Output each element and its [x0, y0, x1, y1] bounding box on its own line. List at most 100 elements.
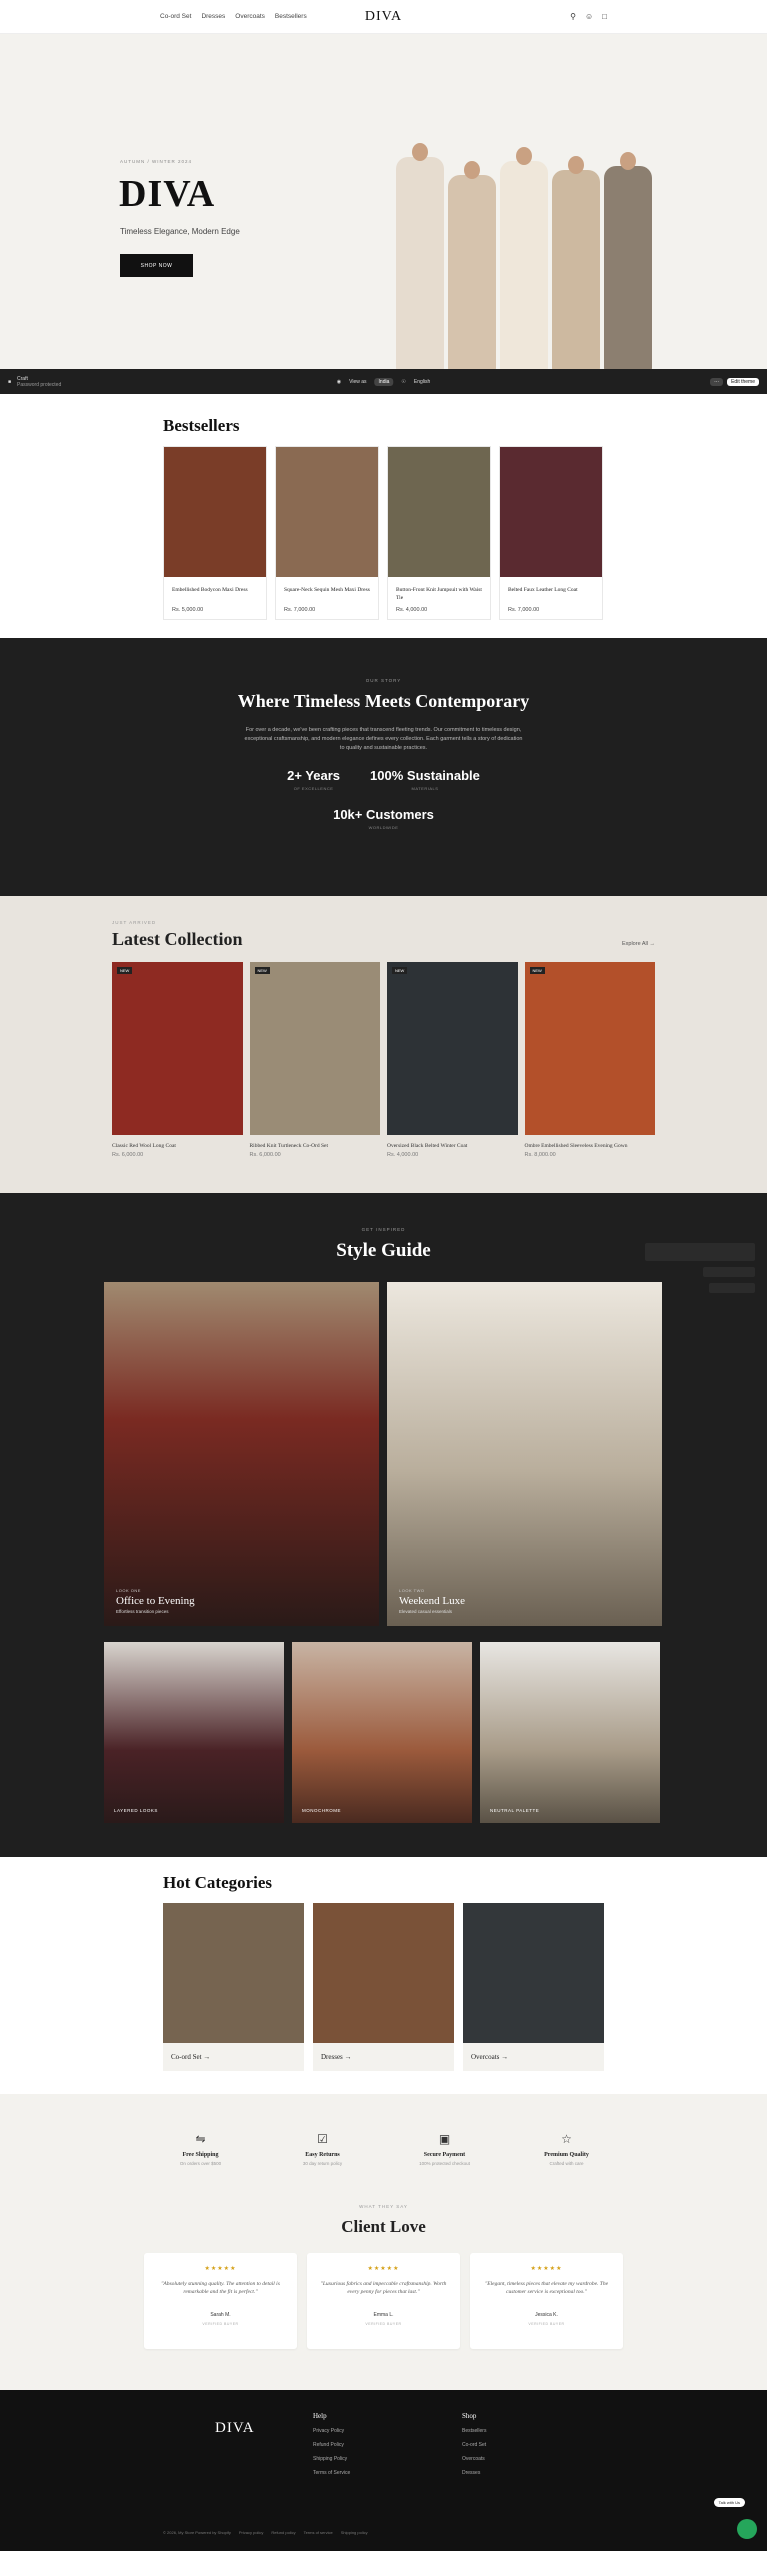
more-button[interactable]: ···	[710, 377, 724, 386]
footer-link[interactable]: Terms of Service	[313, 2470, 350, 2476]
stat-label: MATERIALS	[411, 786, 439, 792]
language-selector[interactable]: English	[414, 379, 430, 385]
policy-link[interactable]: Privacy policy	[239, 2530, 263, 2535]
feature-desc: On orders over $500	[179, 2161, 222, 2166]
site-footer: DIVA Help Privacy Policy Refund Policy S…	[0, 2390, 767, 2551]
site-logo[interactable]: DIVA	[365, 9, 402, 25]
category-card[interactable]: Dresses →	[313, 1903, 454, 2071]
guide-featured-row: LOOK ONE Office to Evening Effortless tr…	[104, 1282, 767, 1626]
verified-tag: VERIFIED BUYER	[528, 2322, 565, 2326]
chat-icon[interactable]	[737, 2519, 757, 2539]
look-card[interactable]: MONOCHROME	[292, 1642, 472, 1823]
product-card[interactable]: NEW Classic Red Wool Long Coat Rs. 6,000…	[112, 962, 243, 1158]
product-name[interactable]: Oversized Black Belted Winter Coat	[387, 1143, 518, 1149]
product-image[interactable]	[276, 447, 378, 577]
testimonial-name: Jessica K.	[535, 2312, 558, 2318]
explore-all-link[interactable]: Explore All →	[622, 941, 655, 947]
product-name[interactable]: Belted Faux Leather Long Coat	[500, 577, 602, 605]
categories-grid: Co-ord Set → Dresses → Overcoats →	[163, 1903, 604, 2071]
nav-bestsellers[interactable]: Bestsellers	[275, 13, 307, 20]
search-icon[interactable]: ⚲	[570, 12, 576, 21]
product-card[interactable]: Embellished Bodycon Maxi Dress Rs. 5,000…	[163, 446, 267, 620]
product-card[interactable]: Square-Neck Sequin Mesh Maxi Dress Rs. 7…	[275, 446, 379, 620]
testimonials-row: ★★★★★ "Absolutely stunning quality. The …	[0, 2253, 767, 2349]
nav-co-ord-set[interactable]: Co-ord Set	[160, 13, 191, 20]
look-card[interactable]: LOOK TWO Weekend Luxe Elevated casual es…	[387, 1282, 662, 1626]
footer-link[interactable]: Shipping Policy	[313, 2456, 350, 2462]
product-price: Rs. 4,000.00	[396, 607, 428, 613]
shop-now-button[interactable]: SHOP NOW	[120, 254, 193, 277]
footer-link[interactable]: Dresses	[462, 2470, 486, 2476]
view-as-controls: ◉ View as India ☉ English	[337, 377, 430, 386]
policy-link[interactable]: Refund policy	[271, 2530, 295, 2535]
footer-link[interactable]: Overcoats	[462, 2456, 486, 2462]
product-name[interactable]: Button-Front Knit Jumpsuit with Waist Ti…	[388, 577, 490, 605]
bar-actions: ··· Edit theme	[710, 377, 759, 386]
guide-eyebrow: GET INSPIRED	[361, 1227, 406, 1232]
category-image[interactable]	[463, 1903, 604, 2043]
bestsellers-section: Bestsellers Embellished Bodycon Maxi Dre…	[0, 394, 767, 638]
feature-desc: Crafted with care	[549, 2161, 584, 2166]
nav-overcoats[interactable]: Overcoats	[235, 13, 265, 20]
product-card[interactable]: NEW Ombre Embellished Sleeveless Evening…	[524, 962, 656, 1158]
look-card[interactable]: LOOK ONE Office to Evening Effortless tr…	[104, 1282, 379, 1626]
footer-link[interactable]: Bestsellers	[462, 2428, 486, 2434]
feature-item: ☆ Premium Quality Crafted with care	[527, 2132, 607, 2166]
new-badge: NEW	[529, 967, 545, 974]
stats-row: 2+ Years OF EXCELLENCE 100% Sustainable …	[0, 768, 767, 791]
category-label[interactable]: Dresses →	[313, 2043, 454, 2071]
product-name[interactable]: Embellished Bodycon Maxi Dress	[164, 577, 266, 605]
category-image[interactable]	[313, 1903, 454, 2043]
category-card[interactable]: Overcoats →	[463, 1903, 604, 2071]
testimonial-quote: "Elegant, timeless pieces that elevate m…	[484, 2281, 609, 2296]
product-image[interactable]	[164, 447, 266, 577]
account-icon[interactable]: ☺	[585, 12, 593, 21]
latest-grid: NEW Classic Red Wool Long Coat Rs. 6,000…	[112, 962, 655, 1158]
look-desc: Elevated casual essentials	[399, 1609, 453, 1614]
category-label[interactable]: Overcoats →	[463, 2043, 604, 2071]
product-image[interactable]: NEW	[524, 962, 655, 1135]
footer-link[interactable]: Refund Policy	[313, 2442, 350, 2448]
look-title: Weekend Luxe	[399, 1595, 465, 1607]
testimonial-card: ★★★★★ "Absolutely stunning quality. The …	[144, 2253, 297, 2349]
footer-help-column: Help Privacy Policy Refund Policy Shippi…	[313, 2412, 350, 2476]
country-selector[interactable]: India	[374, 377, 394, 386]
product-image[interactable]: NEW	[112, 962, 243, 1135]
category-label[interactable]: Co-ord Set →	[163, 2043, 304, 2071]
category-image[interactable]	[163, 1903, 304, 2043]
product-card[interactable]: Button-Front Knit Jumpsuit with Waist Ti…	[387, 446, 491, 620]
site-header: Co-ord Set Dresses Overcoats Bestsellers…	[0, 0, 767, 34]
footer-link[interactable]: Privacy Policy	[313, 2428, 350, 2434]
hot-categories-section: Hot Categories Co-ord Set → Dresses → Ov…	[0, 1857, 767, 2094]
look-card[interactable]: NEUTRAL PALETTE	[480, 1642, 660, 1823]
rating-stars: ★★★★★	[530, 2266, 563, 2272]
ghost-overlay	[709, 1283, 755, 1293]
footer-logo[interactable]: DIVA	[215, 2420, 255, 2437]
product-image[interactable]	[388, 447, 490, 577]
product-card[interactable]: NEW Oversized Black Belted Winter Coat R…	[387, 962, 518, 1158]
hero-image	[396, 138, 652, 370]
product-name[interactable]: Square-Neck Sequin Mesh Maxi Dress	[276, 577, 378, 605]
chat-prompt[interactable]: Talk with Us	[713, 2498, 745, 2507]
stat-customers: 10k+ Customers WORLDWIDE	[0, 807, 767, 830]
product-name[interactable]: Ombre Embellished Sleeveless Evening Gow…	[525, 1143, 656, 1149]
nav-dresses[interactable]: Dresses	[201, 13, 225, 20]
main-nav: Co-ord Set Dresses Overcoats Bestsellers	[160, 13, 307, 20]
policy-link[interactable]: Shipping policy	[341, 2530, 368, 2535]
product-card[interactable]: Belted Faux Leather Long Coat Rs. 7,000.…	[499, 446, 603, 620]
product-image[interactable]: NEW	[387, 962, 518, 1135]
footer-link[interactable]: Co-ord Set	[462, 2442, 486, 2448]
product-image[interactable]: NEW	[249, 962, 380, 1135]
footer-shop-title: Shop	[462, 2412, 477, 2420]
product-card[interactable]: NEW Ribbed Knit Turtleneck Co-Ord Set Rs…	[249, 962, 381, 1158]
testimonial-card: ★★★★★ "Elegant, timeless pieces that ele…	[470, 2253, 623, 2349]
cart-icon[interactable]: □	[602, 12, 607, 21]
look-card[interactable]: LAYERED LOOKS	[104, 1642, 284, 1823]
edit-theme-button[interactable]: Edit theme	[727, 377, 759, 386]
product-image[interactable]	[500, 447, 602, 577]
feature-title: Premium Quality	[544, 2152, 589, 2158]
product-name[interactable]: Classic Red Wool Long Coat	[112, 1143, 243, 1149]
product-name[interactable]: Ribbed Knit Turtleneck Co-Ord Set	[250, 1143, 381, 1149]
policy-link[interactable]: Terms of service	[304, 2530, 333, 2535]
category-card[interactable]: Co-ord Set →	[163, 1903, 304, 2071]
